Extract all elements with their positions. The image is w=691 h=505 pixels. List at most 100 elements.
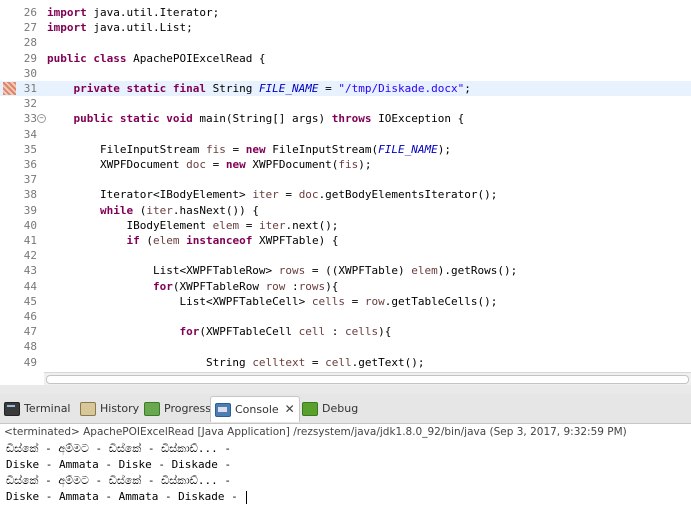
code-token: public static void: [73, 112, 193, 126]
code-line[interactable]: 49 String celltext = cell.getText();: [0, 355, 691, 370]
code-token: cells: [311, 294, 346, 308]
tab-label: Progress: [164, 402, 211, 415]
code-token: throws: [331, 112, 372, 126]
code-token: (: [139, 234, 153, 247]
code-line[interactable]: 48: [0, 339, 691, 354]
code-text: if (elem instanceof XWPFTable) {: [47, 233, 338, 248]
code-token: :: [285, 279, 299, 293]
code-token: rows: [298, 279, 326, 293]
code-line[interactable]: 45 List<XWPFTableCell> cells = row.getTa…: [0, 294, 691, 309]
code-token: if: [126, 234, 140, 247]
tab-history[interactable]: History: [80, 399, 139, 419]
code-token: fis: [205, 142, 226, 156]
console-output-line: Diske - Ammata - Diske - Diskade -: [6, 457, 231, 473]
code-token: );: [358, 158, 372, 171]
horizontal-scrollbar[interactable]: [44, 372, 691, 385]
tab-progress[interactable]: Progress: [144, 399, 211, 419]
code-token: row: [265, 279, 286, 293]
code-token: =: [345, 294, 365, 308]
code-token: ){: [378, 325, 392, 339]
line-number: 26: [23, 6, 37, 19]
code-text: while (iter.hasNext()) {: [47, 203, 259, 218]
code-line[interactable]: 38 Iterator<IBodyElement> iter = doc.get…: [0, 187, 691, 202]
code-token: ).getRows();: [437, 264, 518, 278]
console-output-line: ඩිස්කේ - අම්මට - ඩිස්කේ - ඩිස්කාඩ්... -: [6, 473, 231, 489]
code-line[interactable]: 44 for(XWPFTableRow row :rows){: [0, 279, 691, 294]
code-token: "/tmp/Diskade.docx": [338, 82, 465, 95]
line-number: 41: [23, 234, 37, 247]
code-token: for: [152, 279, 173, 293]
code-token: =: [225, 142, 246, 156]
code-token: cell: [298, 325, 326, 339]
console-output-line: ඩිස්කේ - අම්මට - ඩිස්කේ - ඩිස්කාඩ්... -: [6, 441, 231, 457]
line-number: 38: [23, 188, 37, 202]
code-line[interactable]: 29 public class ApachePOIExcelRead {: [0, 51, 691, 66]
code-token: java.util.List;: [86, 21, 193, 35]
code-text: public class ApachePOIExcelRead {: [47, 51, 266, 66]
code-token: List<XWPFTableCell>: [47, 294, 312, 308]
console-view[interactable]: <terminated> ApachePOIExcelRead [Java Ap…: [0, 424, 691, 505]
scrollbar-thumb[interactable]: [46, 375, 689, 384]
code-token: =: [239, 218, 259, 232]
code-token: .getTableCells();: [384, 294, 498, 308]
code-line[interactable]: 34: [0, 127, 691, 142]
code-token: FileInputStream(: [265, 142, 379, 156]
line-number: 37: [23, 173, 37, 187]
tab-terminal[interactable]: Terminal: [4, 399, 71, 419]
fold-toggle-icon[interactable]: −: [37, 114, 46, 124]
code-line[interactable]: 37: [0, 172, 691, 187]
code-token: java.util.Iterator;: [86, 6, 220, 19]
code-token: ;: [464, 82, 471, 95]
code-editor[interactable]: 26 import java.util.Iterator; 27 import jav…: [0, 0, 691, 372]
code-line[interactable]: 31 private static final String FILE_NAME…: [0, 81, 691, 96]
line-number: 46: [23, 310, 37, 323]
code-token: XWPFDocument(: [245, 158, 339, 171]
code-line[interactable]: 36 XWPFDocument doc = new XWPFDocument(f…: [0, 157, 691, 172]
line-number: 34: [23, 127, 37, 141]
code-token: .getText();: [351, 355, 425, 369]
debug-icon: [302, 402, 318, 416]
code-text: XWPFDocument doc = new XWPFDocument(fis)…: [47, 157, 372, 172]
code-token: XWPFDocument: [47, 158, 187, 171]
code-text: import java.util.Iterator;: [47, 5, 219, 20]
line-number: 44: [23, 279, 37, 293]
code-line[interactable]: 42: [0, 248, 691, 263]
code-token: =: [278, 188, 299, 202]
code-line[interactable]: 30: [0, 66, 691, 81]
code-line[interactable]: 32: [0, 96, 691, 111]
code-line[interactable]: 28: [0, 35, 691, 50]
code-token: fis: [338, 158, 359, 171]
code-line[interactable]: 43 List<XWPFTableRow> rows = ((XWPFTable…: [0, 263, 691, 278]
tab-console[interactable]: Console ✕: [210, 396, 300, 422]
tab-label: Debug: [322, 402, 359, 415]
line-number: 32: [23, 97, 37, 111]
code-line[interactable]: 33− public static void main(String[] arg…: [0, 111, 691, 126]
code-line[interactable]: 47 for(XWPFTableCell cell : cells){: [0, 324, 691, 339]
tab-label: History: [100, 402, 140, 415]
line-number: 42: [23, 249, 37, 263]
code-line[interactable]: 46: [0, 309, 691, 324]
tab-label: Console: [235, 403, 279, 416]
code-token: :: [325, 325, 346, 339]
console-terminated-label: <terminated> ApachePOIExcelRead [Java Ap…: [4, 426, 627, 438]
line-number: 29: [23, 51, 37, 65]
code-line[interactable]: 41 if (elem instanceof XWPFTable) {: [0, 233, 691, 248]
code-line[interactable]: 27 import java.util.List;: [0, 20, 691, 35]
tab-debug[interactable]: Debug: [302, 399, 358, 419]
code-line[interactable]: 40 IBodyElement elem = iter.next();: [0, 218, 691, 233]
code-text: List<XWPFTableCell> cells = row.getTable…: [47, 294, 497, 309]
code-line[interactable]: 35 FileInputStream fis = new FileInputSt…: [0, 142, 691, 157]
code-token: =: [318, 82, 339, 95]
console-output-text: ඩිස්කේ - අම්මට - ඩිස්කේ - ඩිස්කාඩ්... -: [6, 474, 231, 487]
progress-icon: [144, 402, 160, 416]
code-token: public class: [47, 51, 127, 65]
code-line[interactable]: 39 while (iter.hasNext()) {: [0, 203, 691, 218]
close-icon[interactable]: ✕: [285, 397, 295, 422]
code-token: = ((XWPFTable): [305, 264, 412, 278]
code-line[interactable]: 26 import java.util.Iterator;: [0, 5, 691, 20]
code-token: private static final: [73, 82, 206, 95]
